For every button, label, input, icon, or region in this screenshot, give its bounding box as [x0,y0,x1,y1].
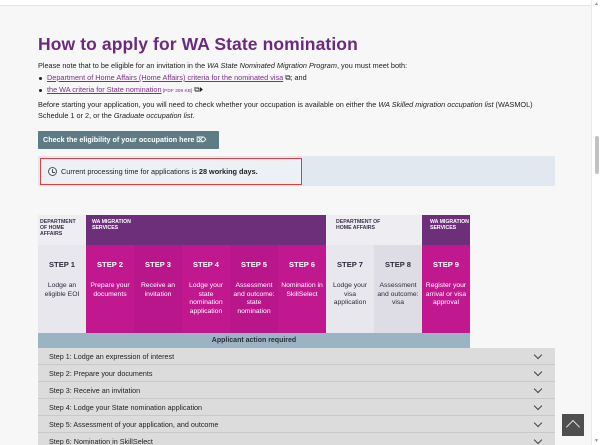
step-description: Prepare your documents [90,282,130,298]
accordion-item-step-1[interactable]: Step 1: Lodge an expression of interest [38,348,555,365]
band-label: DEPARTMENT OF HOME AFFAIRS [336,219,381,231]
step-label: STEP 2 [96,260,124,269]
step-label: STEP 1 [48,260,76,269]
step-column: STEP 2 Prepare your documents [86,245,134,333]
step-label: STEP 9 [432,260,460,269]
accordion-item-step-2[interactable]: Step 2: Prepare your documents [38,365,555,382]
step-column: STEP 8 Assessment and outcome: visa [374,245,422,333]
applicant-action-bar: Applicant action required [38,333,470,348]
step-label: STEP 3 [144,260,172,269]
step-label: STEP 7 [336,260,364,269]
home-affairs-band: DEPARTMENT OF HOME AFFAIRS [38,215,86,245]
step-column: STEP 7 Lodge your visa application [326,245,374,333]
step-description: Assessment and outcome: visa [377,282,419,306]
step-column: STEP 9 Register your arrival or visa app… [422,245,470,333]
step-description: Assessment and outcome: state nomination [233,282,275,315]
accordion-label: Step 3: Receive an invitation [49,386,141,395]
clock-icon [48,167,57,176]
intro-paragraph: Please note that to be eligible for an i… [38,60,558,71]
step-column: STEP 3 Receive an invitation [134,245,182,333]
step-description: Nomination in SkillSelect [281,282,323,298]
band-label: DEPARTMENT OF HOME AFFAIRS [40,219,76,237]
step-description: Lodge an eligible EOI [44,282,80,298]
accordion-label: Step 2: Prepare your documents [49,369,153,378]
accordion-label: Step 6: Nomination in SkillSelect [49,437,153,445]
check-eligibility-button[interactable]: Check the eligibility of your occupation… [38,131,219,149]
intro-text-end: , you must meet both: [336,61,408,70]
step-label: STEP 8 [384,260,412,269]
para-text: . [192,111,195,120]
intro-text: Please note that to be eligible for an i… [38,61,208,70]
band-label: WA MIGRATION SERVICES [430,219,469,231]
scrollbar-thumb[interactable] [595,136,599,174]
step-description: Lodge your state nomination application [188,282,223,315]
step-description: Receive an invitation [140,282,175,298]
step-column: STEP 1 Lodge an eligible EOI [38,245,86,333]
chevron-down-icon [533,367,543,377]
step-label: STEP 4 [192,260,220,269]
wa-migration-band: WA MIGRATION SERVICES [422,215,470,245]
wa-migration-band: WA MIGRATION SERVICES [86,215,326,245]
chevron-down-icon [533,384,543,394]
step-column: STEP 4 Lodge your state nomination appli… [182,245,230,333]
home-affairs-band: DEPARTMENT OF HOME AFFAIRS [326,215,422,245]
processing-value: 28 working days. [198,167,258,176]
accordion-label: Step 4: Lodge your State nomination appl… [49,403,203,412]
accordion-item-step-4[interactable]: Step 4: Lodge your State nomination appl… [38,399,555,416]
bullet-dot [39,76,42,80]
steps-row: STEP 1 Lodge an eligible EOI STEP 2 Prep… [38,245,470,333]
back-to-top-button[interactable] [562,414,584,436]
vertical-scrollbar[interactable]: ▲ ▼ [591,0,601,445]
chevron-down-icon [533,418,543,428]
scroll-down-icon[interactable]: ▼ [594,438,599,444]
step-description: Register your arrival or visa approval [425,282,467,306]
bullet-dot [39,88,42,92]
step-label: STEP 5 [240,260,268,269]
chevron-down-icon [533,435,543,445]
graduate-list-name: Graduate occupation list [113,111,193,120]
accordion-item-step-5[interactable]: Step 5: Assessment of your application, … [38,416,555,433]
home-affairs-criteria-link[interactable]: Department of Home Affairs (Home Affairs… [47,73,283,82]
processing-prefix: Current processing time for applications… [61,167,199,176]
step-column: STEP 6 Nomination in SkillSelect [278,245,326,333]
wa-criteria-link[interactable]: the WA criteria for State nomination [47,85,162,94]
para-text: Before starting your application, you wi… [38,100,379,109]
chevron-down-icon [533,350,543,360]
file-size-label: [PDF 309 KB] [161,89,193,94]
bullet-item: the WA criteria for State nomination [PD… [39,85,203,95]
processing-time-notice: Current processing time for applications… [40,158,302,185]
bullet-suffix: ⧉⏵ [192,85,204,94]
application-steps-diagram: DEPARTMENT OF HOME AFFAIRS WA MIGRATION … [38,215,470,348]
step-column: STEP 5 Assessment and outcome: state nom… [230,245,278,333]
chevron-down-icon [533,401,543,411]
page-title: How to apply for WA State nomination [38,34,358,54]
bullet-item: Department of Home Affairs (Home Affairs… [39,73,307,83]
bullet-suffix: ⧉; and [283,73,307,82]
accordion-label: Step 5: Assessment of your application, … [49,420,219,429]
occupation-list-name: WA Skilled migration occupation list [378,100,494,109]
steps-accordion: Step 1: Lodge an expression of interest … [38,348,555,445]
occupation-paragraph: Before starting your application, you wi… [38,99,558,121]
accordion-item-step-3[interactable]: Step 3: Receive an invitation [38,382,555,399]
processing-time-text: Current processing time for applications… [61,167,258,176]
accordion-label: Step 1: Lodge an expression of interest [49,352,175,361]
step-description: Lodge your visa application [332,282,367,306]
program-name: WA State Nominated Migration Program [207,61,337,70]
band-label: WA MIGRATION SERVICES [92,219,131,231]
scroll-up-icon[interactable]: ▲ [594,1,599,7]
accordion-item-step-6[interactable]: Step 6: Nomination in SkillSelect [38,433,555,445]
step-label: STEP 6 [288,260,316,269]
